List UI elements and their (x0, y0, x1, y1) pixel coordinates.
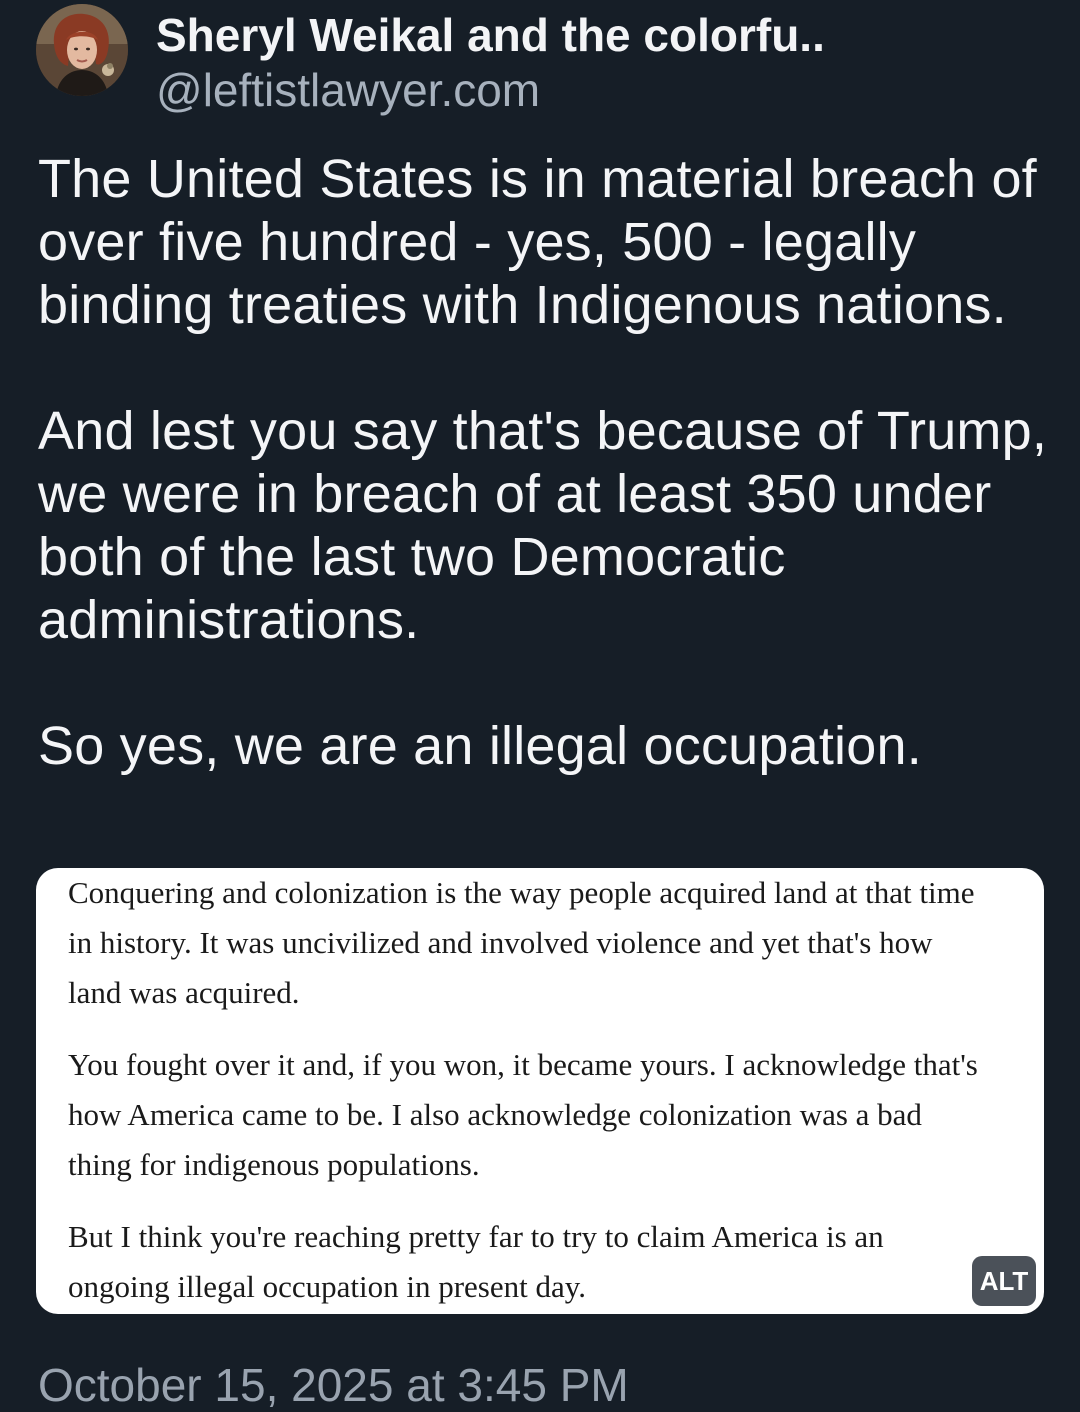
post-paragraph: So yes, we are an illegal occupation. (38, 716, 922, 776)
post-image[interactable]: Conquering and colonization is the way p… (36, 868, 1044, 1314)
alt-text-button[interactable]: ALT (972, 1256, 1036, 1306)
post-timestamp: October 15, 2025 at 3:45 PM (38, 1359, 629, 1411)
image-paragraph: You fought over it and, if you won, it b… (68, 1047, 978, 1182)
avatar[interactable] (36, 4, 128, 96)
post-text: The United States is in material breach … (38, 148, 1048, 778)
author-handle[interactable]: @leftistlawyer.com (156, 62, 825, 118)
image-paragraph: Conquering and colonization is the way p… (68, 875, 975, 1010)
post-header: Sheryl Weikal and the colorfu.. @leftist… (36, 4, 1036, 116)
author-info: Sheryl Weikal and the colorfu.. @leftist… (156, 8, 825, 118)
post-paragraph: The United States is in material breach … (38, 149, 1037, 335)
author-display-name[interactable]: Sheryl Weikal and the colorfu.. (156, 8, 825, 62)
profile-photo-icon (36, 4, 128, 96)
image-paragraph: But I think you're reaching pretty far t… (68, 1219, 884, 1304)
post: Sheryl Weikal and the colorfu.. @leftist… (0, 0, 1080, 1412)
post-paragraph: And lest you say that's because of Trump… (38, 401, 1048, 650)
image-quoted-text: Conquering and colonization is the way p… (68, 868, 988, 1312)
